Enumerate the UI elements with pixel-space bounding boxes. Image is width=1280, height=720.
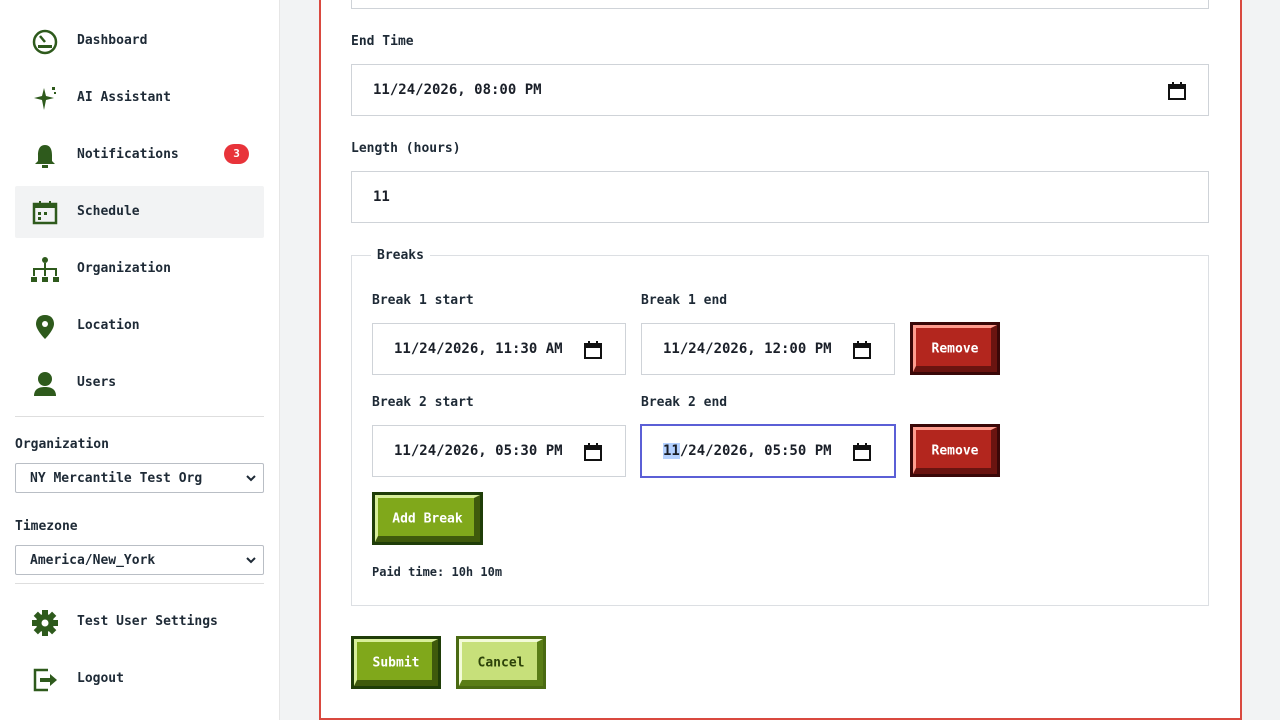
break-1-start-value: 11/24/2026, 11:30 AM xyxy=(394,341,563,357)
break-2-start-input[interactable]: 11/24/2026, 05:30 PM xyxy=(372,425,626,477)
sidebar-divider xyxy=(15,583,264,584)
calendar-icon xyxy=(30,198,60,228)
break-2-end-label: Break 2 end xyxy=(641,395,728,410)
sidebar-item-users[interactable]: Users xyxy=(15,357,264,409)
remove-button-label: Remove xyxy=(931,443,979,458)
breaks-legend: Breaks xyxy=(371,248,430,263)
sidebar-item-ai-assistant[interactable]: AI Assistant xyxy=(15,72,264,124)
timezone-select[interactable]: America/New_York xyxy=(15,545,264,575)
break-2-start-value: 11/24/2026, 05:30 PM xyxy=(394,443,563,459)
cancel-button-label: Cancel xyxy=(477,655,525,670)
break-1-end-value: 11/24/2026, 12:00 PM xyxy=(663,341,832,357)
break-1-end-input[interactable]: 11/24/2026, 12:00 PM xyxy=(641,323,895,375)
cancel-button[interactable]: Cancel xyxy=(456,636,546,689)
remove-break-2-button[interactable]: Remove xyxy=(910,424,1000,477)
timezone-label: Timezone xyxy=(15,519,78,534)
sidebar-item-label: Location xyxy=(77,318,140,333)
sparkle-icon xyxy=(30,84,60,114)
paid-time-text: Paid time: 10h 10m xyxy=(372,565,503,579)
calendar-picker-icon[interactable] xyxy=(1168,82,1186,100)
length-input[interactable]: 11 xyxy=(351,171,1209,223)
org-chart-icon xyxy=(30,255,60,285)
length-value: 11 xyxy=(373,189,390,205)
submit-button-label: Submit xyxy=(372,655,420,670)
calendar-picker-icon[interactable] xyxy=(584,341,602,359)
sidebar-item-location[interactable]: Location xyxy=(15,300,264,352)
end-time-label: End Time xyxy=(351,34,414,49)
sidebar-divider xyxy=(15,416,264,417)
chevron-down-icon xyxy=(246,557,256,564)
sidebar-item-schedule[interactable]: Schedule xyxy=(15,186,264,238)
sidebar-item-notifications[interactable]: Notifications 3 xyxy=(15,129,264,181)
add-break-button[interactable]: Add Break xyxy=(372,492,483,545)
sidebar-item-label: Dashboard xyxy=(77,33,148,48)
remove-break-1-button[interactable]: Remove xyxy=(910,322,1000,375)
sidebar-item-label: Organization xyxy=(77,261,171,276)
add-break-button-label: Add Break xyxy=(392,511,463,526)
length-label: Length (hours) xyxy=(351,141,461,156)
break-2-end-input[interactable]: 11/24/2026, 05:50 PM xyxy=(640,424,896,478)
user-icon xyxy=(30,369,60,399)
timezone-select-value: America/New_York xyxy=(30,552,156,568)
sidebar-item-label: Users xyxy=(77,375,117,390)
notification-count-badge: 3 xyxy=(224,144,249,164)
gear-icon xyxy=(30,608,60,638)
break-2-start-label: Break 2 start xyxy=(372,395,474,410)
sidebar-item-organization[interactable]: Organization xyxy=(15,243,264,295)
break-1-start-label: Break 1 start xyxy=(372,293,474,308)
break-1-end-label: Break 1 end xyxy=(641,293,728,308)
sidebar-item-label: Test User Settings xyxy=(77,614,218,629)
logout-icon xyxy=(30,665,60,695)
organization-select[interactable]: NY Mercantile Test Org xyxy=(15,463,264,493)
remove-button-label: Remove xyxy=(931,341,979,356)
end-time-value: 11/24/2026, 08:00 PM xyxy=(373,82,542,98)
bell-icon xyxy=(30,141,60,171)
break-2-end-value-selected: 11 xyxy=(663,443,680,459)
organization-select-value: NY Mercantile Test Org xyxy=(30,470,203,486)
sidebar-item-label: AI Assistant xyxy=(77,90,171,105)
sidebar-item-logout[interactable]: Logout xyxy=(15,653,264,705)
calendar-picker-icon[interactable] xyxy=(853,341,871,359)
dashboard-icon xyxy=(30,27,60,57)
calendar-picker-icon[interactable] xyxy=(853,443,871,461)
break-2-end-value: /24/2026, 05:50 PM xyxy=(679,443,832,459)
sidebar: Dashboard AI Assistant Notifications 3 S… xyxy=(0,0,280,720)
break-1-start-input[interactable]: 11/24/2026, 11:30 AM xyxy=(372,323,626,375)
chevron-down-icon xyxy=(246,475,256,482)
submit-button[interactable]: Submit xyxy=(351,636,441,689)
start-time-input[interactable] xyxy=(351,0,1209,9)
map-pin-icon xyxy=(30,312,60,342)
sidebar-item-label: Logout xyxy=(77,671,124,686)
sidebar-item-settings[interactable]: Test User Settings xyxy=(15,596,264,648)
calendar-picker-icon[interactable] xyxy=(584,443,602,461)
sidebar-item-label: Schedule xyxy=(77,204,140,219)
end-time-input[interactable]: 11/24/2026, 08:00 PM xyxy=(351,64,1209,116)
organization-label: Organization xyxy=(15,437,109,452)
sidebar-item-label: Notifications xyxy=(77,147,179,162)
sidebar-item-dashboard[interactable]: Dashboard xyxy=(15,15,264,67)
